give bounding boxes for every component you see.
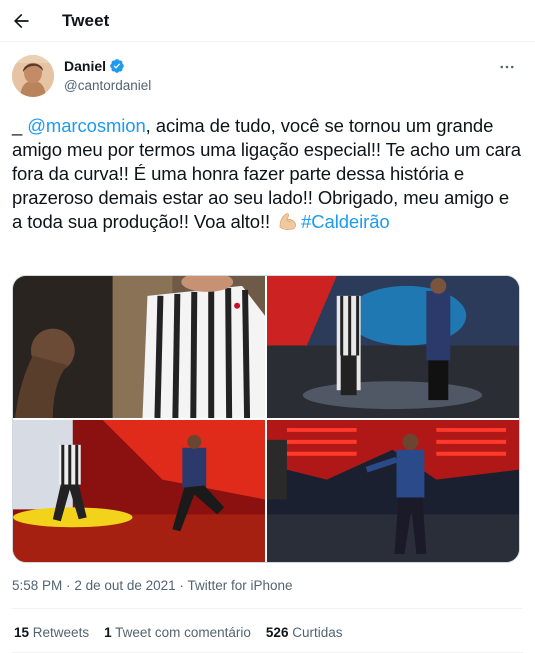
flexed-biceps-icon: [277, 210, 299, 238]
photo-1[interactable]: [13, 276, 265, 418]
retweets-stat[interactable]: 15 Retweets: [14, 625, 89, 640]
likes-label: Curtidas: [292, 625, 343, 640]
retweets-count: 15: [14, 625, 30, 640]
author-display-name[interactable]: Daniel: [64, 58, 106, 74]
tweet-source[interactable]: Twitter for iPhone: [187, 578, 292, 593]
photo-2[interactable]: [267, 276, 519, 418]
meta-separator: ·: [66, 578, 71, 593]
quotes-label: Tweet com comentário: [115, 625, 251, 640]
meta-separator: ·: [179, 578, 184, 593]
tweet-text: _ @marcosmion, acima de tudo, você se to…: [12, 114, 523, 238]
more-options-button[interactable]: [495, 55, 519, 79]
top-bar: Tweet: [0, 0, 535, 42]
back-button[interactable]: [0, 0, 42, 42]
quotes-count: 1: [104, 625, 112, 640]
tweet-date[interactable]: 2 de out de 2021: [74, 578, 175, 593]
mention-link[interactable]: @marcosmion: [27, 115, 146, 136]
likes-count: 526: [265, 625, 289, 640]
media-grid: [12, 275, 520, 563]
tweet-metadata: 5:58 PM · 2 de out de 2021 · Twitter for…: [12, 578, 292, 593]
hashtag-link[interactable]: #Caldeirão: [301, 211, 390, 232]
tweet-time[interactable]: 5:58 PM: [12, 578, 62, 593]
retweets-label: Retweets: [32, 625, 90, 640]
avatar[interactable]: [12, 55, 54, 97]
tweet-author: Daniel @cantordaniel: [12, 55, 523, 101]
photo-4[interactable]: [267, 420, 519, 562]
tweet-stats: 15 Retweets 1 Tweet com comentário 526 C…: [14, 625, 358, 640]
quote-tweets-stat[interactable]: 1 Tweet com comentário: [104, 625, 251, 640]
verified-badge-icon: [109, 58, 125, 74]
tweet-prefix: _: [12, 115, 28, 136]
more-horizontal-icon: [500, 65, 514, 69]
page-title: Tweet: [62, 10, 110, 30]
arrow-left-icon: [14, 13, 29, 28]
divider: [12, 608, 523, 609]
author-handle[interactable]: @cantordaniel: [64, 78, 151, 93]
likes-stat[interactable]: 526 Curtidas: [266, 625, 343, 640]
photo-3[interactable]: [13, 420, 265, 562]
